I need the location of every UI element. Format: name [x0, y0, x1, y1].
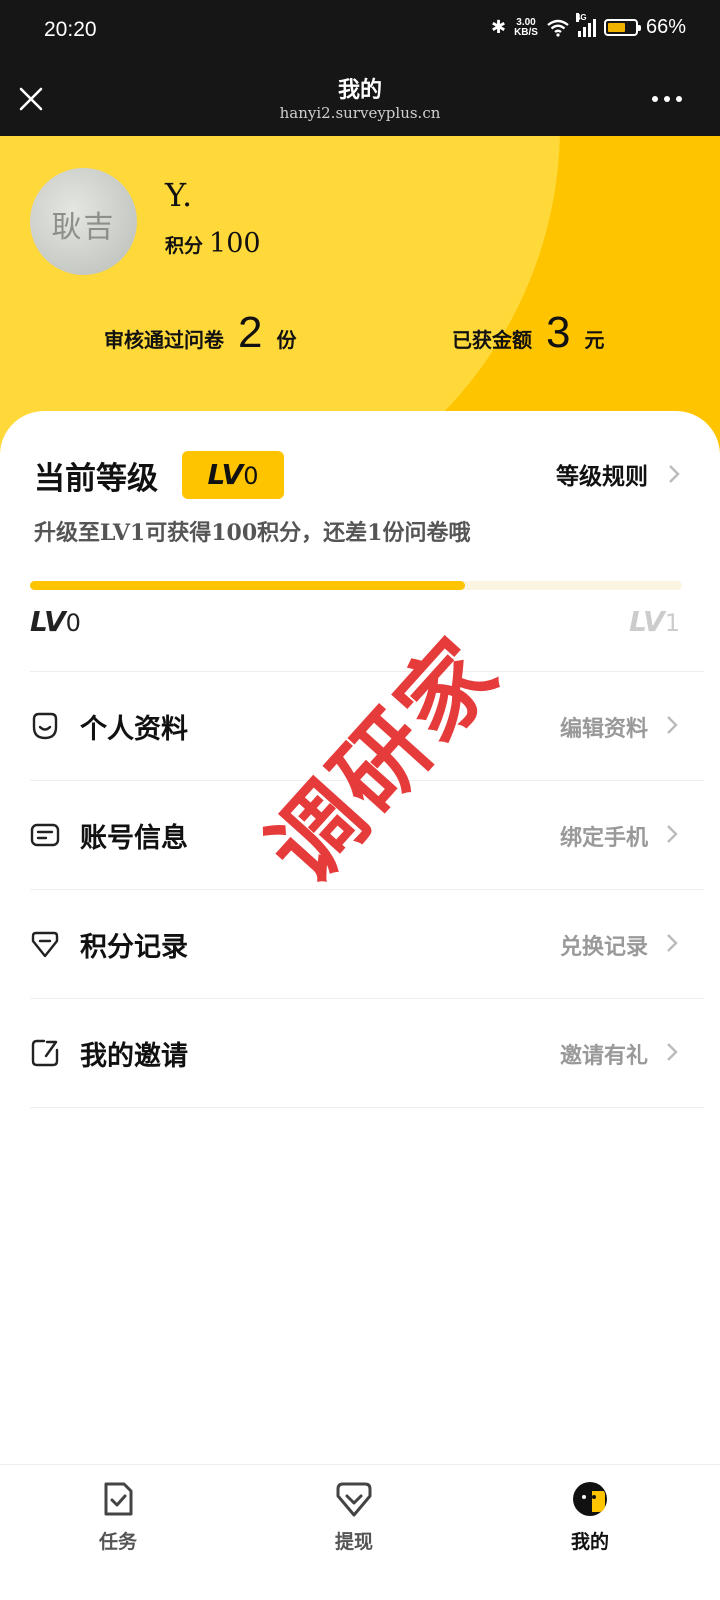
- points-label: 积分: [165, 235, 204, 257]
- title-bar: 我的 hanyi2.surveyplus.cn: [0, 62, 720, 136]
- approved-surveys-stat: 审核通过问卷 2 份: [104, 308, 296, 358]
- level-start-label: LV0: [30, 605, 81, 638]
- level-end-label: LV1: [629, 605, 680, 638]
- menu-item-label: 我的邀请: [80, 1041, 188, 1072]
- username: Y.: [165, 176, 193, 214]
- menu-item-invitations[interactable]: 我的邀请 邀请有礼: [30, 998, 704, 1106]
- battery-fill: [607, 23, 626, 32]
- menu-item-action: 邀请有礼: [559, 1043, 648, 1069]
- chevron-right-icon: [667, 1043, 678, 1061]
- cell-signal-icon: 4G: [575, 12, 596, 37]
- approved-unit: 份: [276, 328, 297, 352]
- level-start-prefix: LV: [30, 605, 66, 638]
- chevron-right-icon: [669, 465, 680, 483]
- level-start-number: 0: [65, 609, 81, 637]
- menu-item-action: 兑换记录: [559, 934, 648, 960]
- menu-item-label: 个人资料: [80, 714, 188, 745]
- status-bar: 20:20 ✱ 3.00 KB/S 4G 66%: [0, 0, 720, 62]
- chevron-right-icon: [667, 716, 678, 734]
- bluetooth-icon: ✱: [490, 17, 507, 37]
- divider: [30, 1107, 704, 1108]
- earned-amount-stat: 已获金额 3 元: [452, 308, 604, 358]
- task-icon: [104, 1482, 133, 1516]
- menu-item-label: 积分记录: [80, 932, 188, 963]
- nav-tab-label: 任务: [98, 1531, 137, 1553]
- profile-header: 耿吉 Y. 积分 100 审核通过问卷 2 份 已获金额 3 元: [0, 136, 720, 456]
- battery-tip: [637, 25, 641, 31]
- level-end-prefix: LV: [629, 605, 665, 638]
- id-card-icon: [30, 823, 60, 847]
- menu-item-action: 绑定手机: [559, 825, 648, 851]
- invite-icon: [31, 1039, 59, 1067]
- smile-face-icon: [32, 712, 58, 740]
- level-progress-fill: [30, 581, 465, 590]
- points-value: 100: [209, 228, 261, 259]
- earned-value: 3: [546, 308, 571, 357]
- points-summary: 积分 100: [165, 228, 261, 259]
- level-badge: LV0: [182, 451, 284, 499]
- menu-item-action: 编辑资料: [559, 716, 648, 742]
- earned-label: 已获金额: [452, 328, 532, 352]
- more-icon[interactable]: [652, 96, 682, 102]
- earned-unit: 元: [584, 328, 605, 352]
- level-progress-bar: [30, 581, 682, 590]
- bottom-nav: 任务 提现 我的: [0, 1464, 720, 1600]
- chevron-right-icon: [667, 825, 678, 843]
- profile-face-icon: [573, 1482, 607, 1516]
- network-type: 4G: [575, 12, 587, 22]
- approved-value: 2: [238, 308, 263, 357]
- approved-label: 审核通过问卷: [104, 328, 224, 352]
- page-url: hanyi2.surveyplus.cn: [279, 104, 441, 122]
- network-speed-unit: KB/S: [514, 26, 538, 38]
- level-description: 升级至LV1可获得100积分，还差1份问卷哦: [34, 520, 471, 546]
- network-speed-value: 3.00: [516, 16, 536, 28]
- nav-tab-withdraw[interactable]: 提现: [294, 1479, 414, 1554]
- gem-icon: [31, 931, 59, 958]
- clock: 20:20: [44, 18, 97, 41]
- level-end-number: 1: [664, 609, 680, 637]
- battery-percent: 66%: [645, 16, 686, 38]
- avatar-text: 耿吉: [51, 210, 116, 245]
- menu-item-label: 账号信息: [80, 823, 188, 854]
- level-badge-prefix: LV: [207, 458, 244, 491]
- avatar[interactable]: 耿吉: [30, 168, 137, 275]
- nav-tab-label: 提现: [334, 1531, 373, 1553]
- status-icons: ✱ 3.00 KB/S 4G 66%: [490, 12, 686, 39]
- withdraw-icon: [336, 1482, 372, 1517]
- chevron-right-icon: [667, 934, 678, 952]
- menu-item-points-record[interactable]: 积分记录 兑换记录: [30, 889, 704, 997]
- content-card: 当前等级 LV0 等级规则 升级至LV1可获得100积分，还差1份问卷哦 LV0…: [0, 411, 720, 1464]
- wifi-icon: [547, 19, 569, 37]
- network-speed: 3.00 KB/S: [514, 16, 538, 38]
- nav-tab-task[interactable]: 任务: [58, 1479, 178, 1554]
- level-rules-link[interactable]: 等级规则: [556, 457, 680, 491]
- nav-tab-mine[interactable]: 我的: [530, 1479, 650, 1554]
- level-title: 当前等级: [34, 461, 158, 497]
- nav-tab-label: 我的: [570, 1531, 609, 1553]
- level-badge-number: 0: [243, 462, 259, 490]
- battery-icon: [603, 19, 641, 36]
- level-rules-label: 等级规则: [556, 463, 648, 490]
- page-title: 我的: [337, 78, 382, 103]
